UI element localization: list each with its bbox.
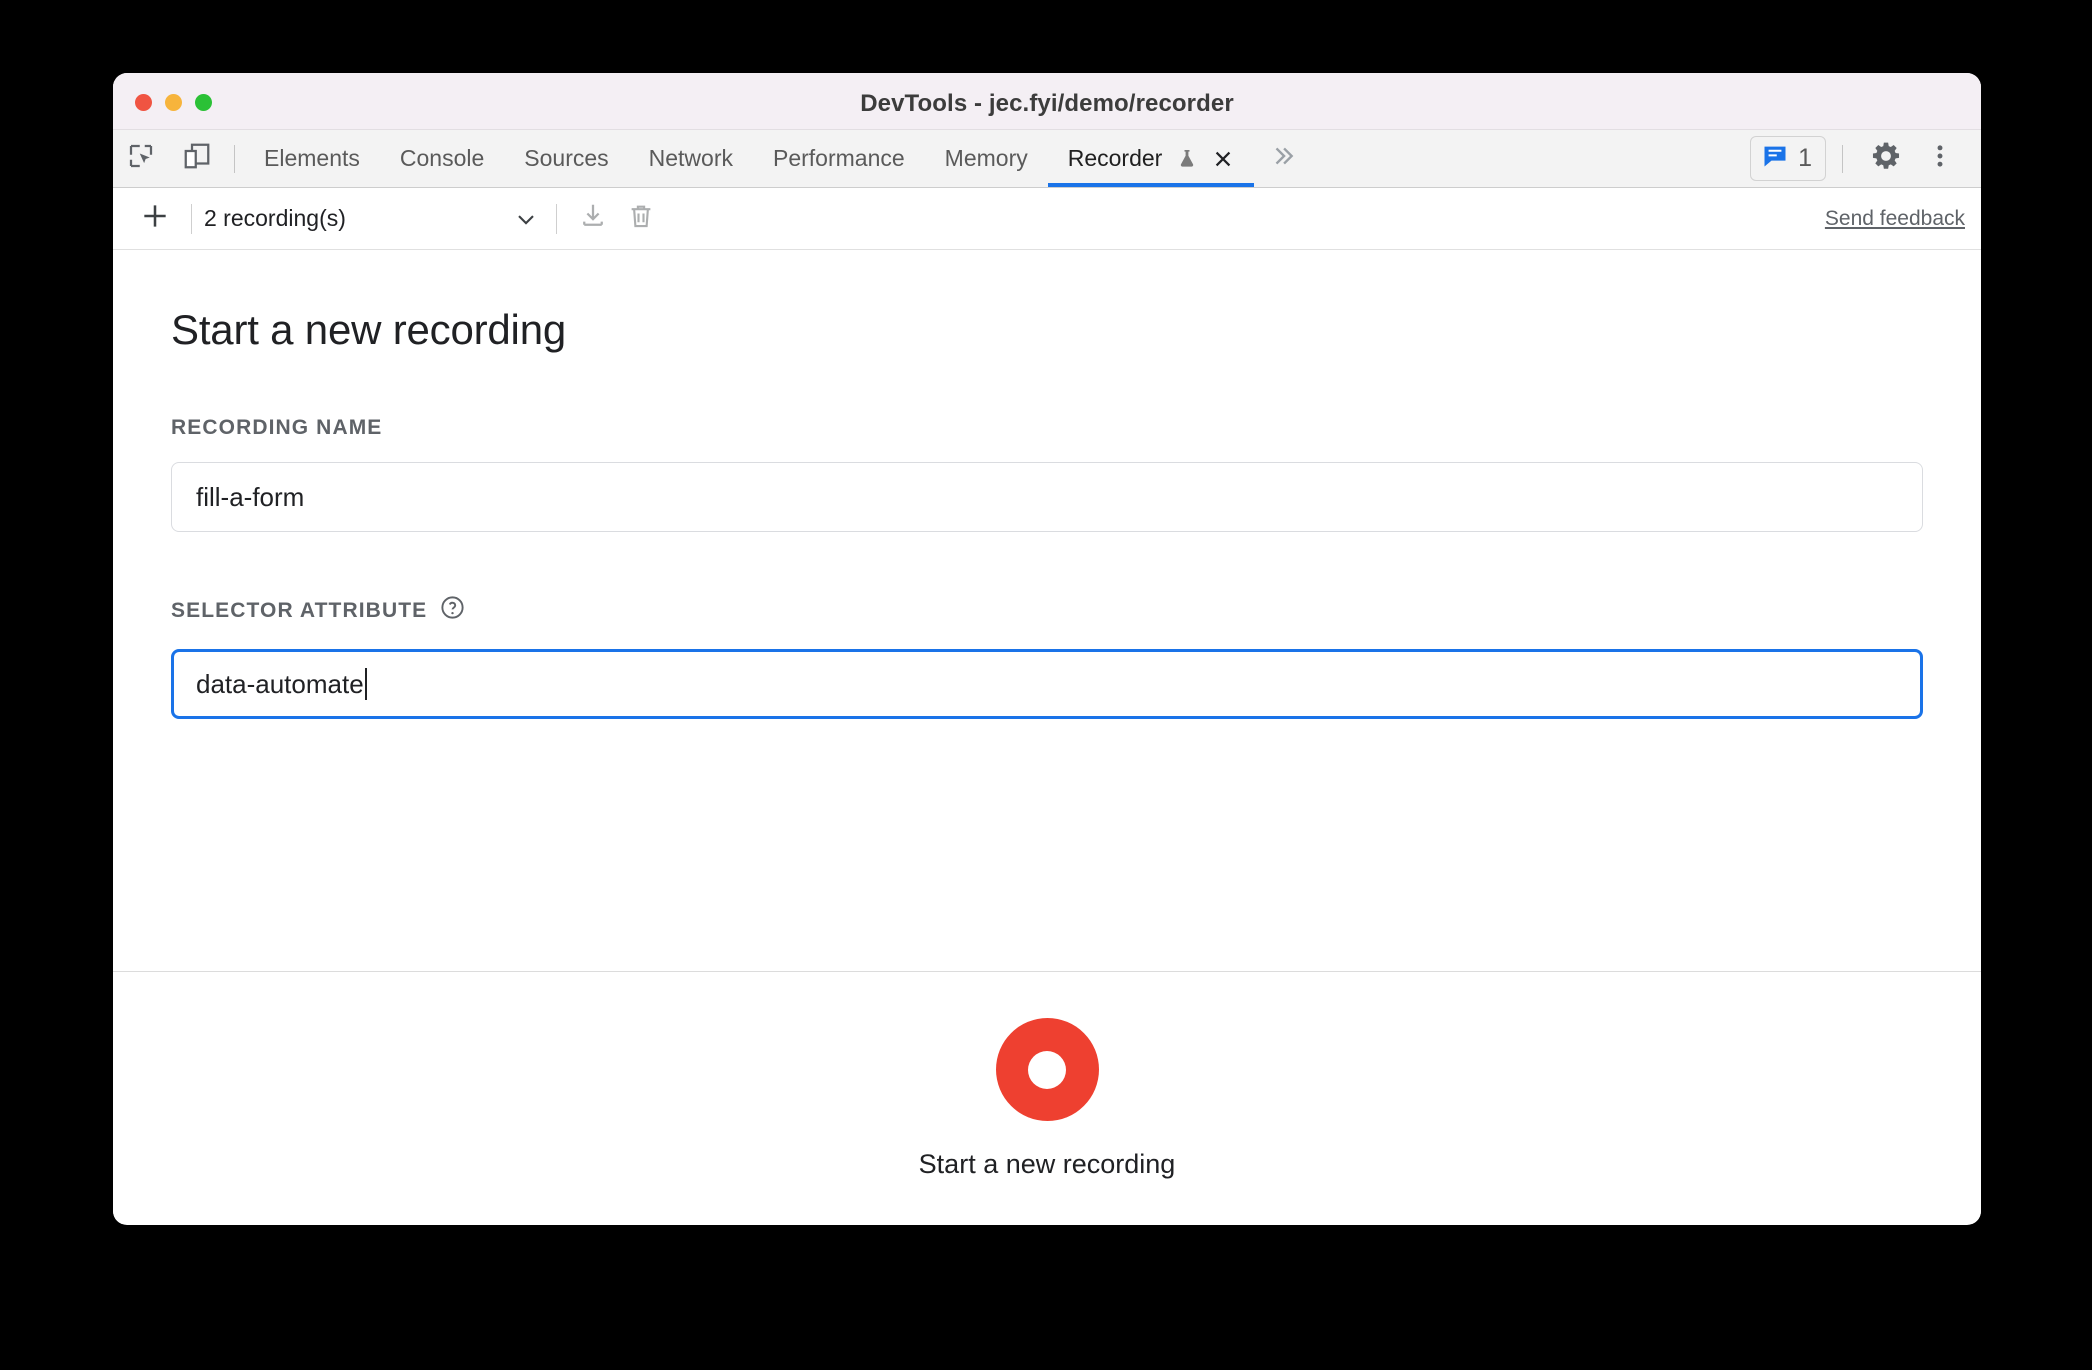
selector-attribute-label: SELECTOR ATTRIBUTE — [171, 594, 1923, 627]
tab-label: Elements — [264, 145, 360, 171]
import-recording-button[interactable] — [569, 197, 617, 241]
issues-badge[interactable]: 1 — [1750, 136, 1826, 181]
tab-elements[interactable]: Elements — [244, 130, 380, 187]
download-icon — [578, 201, 608, 236]
tab-recorder[interactable]: Recorder — [1047, 130, 1255, 187]
tabbar-divider — [234, 144, 235, 173]
send-feedback-link[interactable]: Send feedback — [1825, 207, 1965, 231]
tabbar-right-actions: 1 — [1750, 130, 1981, 187]
window-titlebar: DevTools - jec.fyi/demo/recorder — [113, 73, 1981, 130]
gear-icon — [1870, 140, 1902, 177]
devtools-window: DevTools - jec.fyi/demo/recorder Element… — [113, 73, 1981, 1225]
plus-icon — [139, 200, 171, 237]
tab-label: Recorder — [1067, 145, 1163, 171]
recording-selector[interactable]: 2 recording(s) — [204, 205, 544, 233]
issues-count: 1 — [1798, 144, 1812, 172]
trash-icon — [626, 201, 656, 236]
chevron-double-right-icon — [1270, 143, 1296, 174]
device-toolbar-button[interactable] — [169, 130, 225, 187]
tab-performance[interactable]: Performance — [753, 130, 925, 187]
recorder-toolbar: 2 recording(s) Send feedback — [113, 188, 1981, 250]
selector-attribute-field-group: SELECTOR ATTRIBUTE data-automate — [171, 594, 1923, 719]
devtools-tabbar: Elements Console Sources Network Perform… — [113, 130, 1981, 188]
tabbar-right-divider — [1842, 144, 1843, 173]
selector-attribute-input[interactable]: data-automate — [171, 649, 1923, 719]
page-title: Start a new recording — [171, 306, 567, 353]
text-cursor — [364, 668, 367, 700]
tab-label: Network — [648, 145, 733, 171]
inspect-element-icon — [126, 141, 156, 176]
more-tabs-button[interactable] — [1254, 130, 1312, 187]
kebab-menu-icon — [1926, 142, 1954, 175]
tab-label: Performance — [773, 145, 905, 171]
screenshot-root: DevTools - jec.fyi/demo/recorder Element… — [0, 0, 2092, 1370]
tab-label: Memory — [944, 145, 1028, 171]
settings-button[interactable] — [1859, 140, 1913, 177]
field-label-text: RECORDING NAME — [171, 416, 383, 439]
recorder-footer: Start a new recording — [113, 971, 1981, 1224]
device-toolbar-icon — [182, 141, 212, 176]
tab-close-button[interactable] — [1212, 148, 1234, 170]
main-menu-button[interactable] — [1913, 142, 1967, 175]
recording-name-field-group: RECORDING NAME fill-a-form — [171, 416, 1923, 532]
flask-icon — [1175, 147, 1199, 171]
tab-label: Sources — [524, 145, 609, 171]
toolbar-divider — [191, 203, 192, 234]
selector-attribute-value: data-automate — [196, 668, 364, 699]
recorder-main-panel: Start a new recording RECORDING NAME fil… — [113, 250, 1981, 971]
recording-name-input[interactable]: fill-a-form — [171, 462, 1923, 532]
inspect-element-button[interactable] — [113, 130, 169, 187]
recording-name-label: RECORDING NAME — [171, 416, 1923, 440]
tab-console[interactable]: Console — [380, 130, 504, 187]
recording-selector-value: 2 recording(s) — [204, 205, 346, 231]
tab-sources[interactable]: Sources — [504, 130, 628, 187]
delete-recording-button[interactable] — [617, 197, 665, 241]
issues-message-icon — [1761, 142, 1789, 175]
chevron-down-icon — [512, 205, 544, 233]
field-label-text: SELECTOR ATTRIBUTE — [171, 598, 428, 622]
start-recording-button[interactable] — [995, 1018, 1099, 1121]
tab-memory[interactable]: Memory — [925, 130, 1048, 187]
help-circle-icon[interactable] — [439, 594, 466, 627]
tab-label: Console — [399, 145, 485, 171]
recording-name-value: fill-a-form — [196, 481, 305, 512]
toolbar-divider-2 — [556, 203, 557, 234]
window-title: DevTools - jec.fyi/demo/recorder — [860, 90, 1234, 117]
tab-network[interactable]: Network — [629, 130, 753, 187]
start-recording-label: Start a new recording — [918, 1149, 1176, 1179]
add-recording-button[interactable] — [131, 197, 179, 241]
record-circle-icon — [1028, 1050, 1066, 1089]
